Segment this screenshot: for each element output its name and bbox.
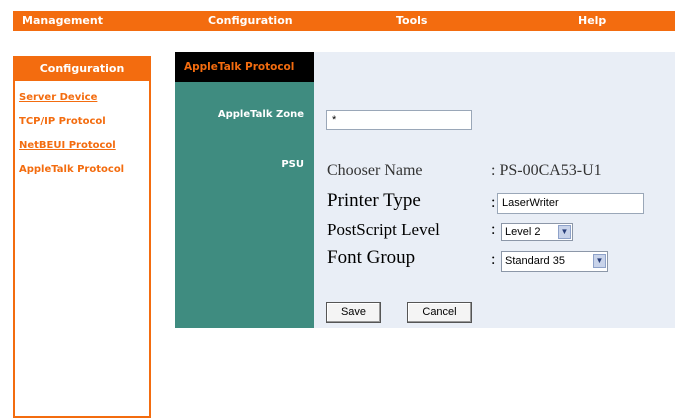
save-button[interactable]: Save	[326, 302, 381, 323]
printer-type-input[interactable]: LaserWriter	[497, 193, 644, 214]
label-column: AppleTalk Zone PSU	[175, 82, 314, 328]
top-nav-bar: Management Configuration Tools Help	[13, 11, 675, 31]
printer-type-label: Printer Type	[327, 190, 421, 211]
cancel-button[interactable]: Cancel	[407, 302, 472, 323]
printer-type-colon: :	[491, 194, 496, 211]
postscript-level-label: PostScript Level	[327, 220, 440, 239]
font-group-colon: :	[491, 251, 496, 268]
sidebar-item-netbeui-protocol[interactable]: NetBEUI Protocol	[19, 140, 116, 151]
postscript-level-colon: :	[491, 221, 496, 238]
appletalk-zone-label: AppleTalk Zone	[217, 109, 304, 120]
chevron-down-icon[interactable]: ▼	[593, 254, 606, 268]
chooser-name-label: Chooser Name	[327, 162, 423, 179]
sidebar-item-appletalk-protocol[interactable]: AppleTalk Protocol	[19, 164, 124, 175]
font-group-label: Font Group	[327, 247, 416, 268]
nav-help[interactable]: Help	[578, 14, 606, 27]
sidebar-item-server-device[interactable]: Server Device	[19, 92, 97, 103]
postscript-level-value: Level 2	[505, 226, 541, 238]
psu-label: PSU	[281, 159, 304, 170]
font-group-value: Standard 35	[505, 255, 565, 267]
font-group-select[interactable]: Standard 35 ▼	[501, 251, 608, 272]
nav-management[interactable]: Management	[22, 14, 103, 27]
chooser-name-value: : PS-00CA53-U1	[491, 162, 602, 179]
nav-configuration[interactable]: Configuration	[208, 14, 293, 27]
sidebar-item-tcpip-protocol[interactable]: TCP/IP Protocol	[19, 116, 106, 127]
chevron-down-icon[interactable]: ▼	[558, 225, 571, 239]
sidebar-header: Configuration	[15, 56, 149, 81]
appletalk-panel: AppleTalk Protocol AppleTalk Zone PSU * …	[175, 52, 675, 328]
sidebar: Configuration Server Device TCP/IP Proto…	[13, 56, 151, 418]
nav-tools[interactable]: Tools	[396, 14, 427, 27]
panel-title: AppleTalk Protocol	[175, 52, 314, 82]
appletalk-zone-input[interactable]: *	[326, 110, 472, 130]
postscript-level-select[interactable]: Level 2 ▼	[501, 223, 573, 241]
